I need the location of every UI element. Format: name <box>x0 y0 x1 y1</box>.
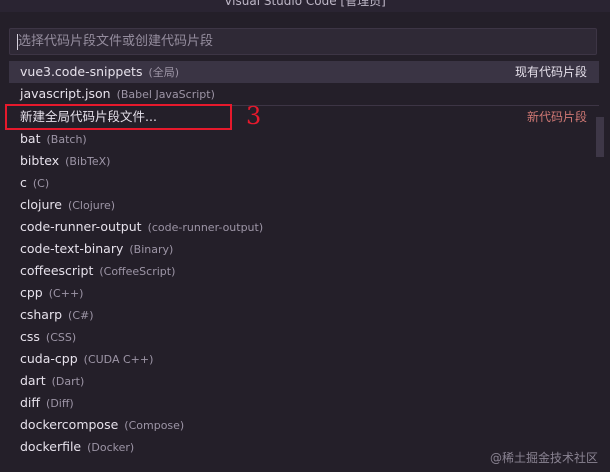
list-item-dockercompose[interactable]: dockercompose (Compose) <box>9 414 599 436</box>
quick-pick-palette: vue3.code-snippets (全局) 现有代码片段 javascript… <box>0 12 610 472</box>
list-item-coffeescript[interactable]: coffeescript (CoffeeScript) <box>9 260 599 282</box>
item-description: (Binary) <box>129 243 174 256</box>
item-label: coffeescript <box>20 263 94 278</box>
item-label: dockercompose <box>20 417 119 432</box>
list-item-code-runner-output[interactable]: code-runner-output (code-runner-output) <box>9 216 599 238</box>
item-label: c <box>20 175 27 190</box>
item-label: clojure <box>20 197 62 212</box>
item-label: javascript.json <box>20 86 111 101</box>
screenshot-stage: Visual Studio Code [管理员] vue3.code-snipp… <box>0 0 610 472</box>
item-label: code-runner-output <box>20 219 142 234</box>
item-label: csharp <box>20 307 63 322</box>
item-description: (Dart) <box>51 375 85 388</box>
list-item-bibtex[interactable]: bibtex (BibTeX) <box>9 150 599 172</box>
item-label: bat <box>20 131 41 146</box>
annotation-step-number: 3 <box>246 102 262 130</box>
item-label: css <box>20 329 40 344</box>
item-description: (CoffeeScript) <box>99 265 176 278</box>
annotation-highlight-box <box>5 104 232 130</box>
list-item-c[interactable]: c (C) <box>9 172 599 194</box>
list-item-code-text-binary[interactable]: code-text-binary (Binary) <box>9 238 599 260</box>
item-description: (C++) <box>48 287 84 300</box>
list-item-dart[interactable]: dart (Dart) <box>9 370 599 392</box>
item-description: (Diff) <box>46 397 74 410</box>
item-label: cpp <box>20 285 43 300</box>
list-item-vue3-snippets[interactable]: vue3.code-snippets (全局) 现有代码片段 <box>9 61 599 83</box>
list-item-clojure[interactable]: clojure (Clojure) <box>9 194 599 216</box>
item-label: code-text-binary <box>20 241 124 256</box>
item-description: (Docker) <box>87 441 135 454</box>
group-label-existing: 现有代码片段 <box>514 65 587 79</box>
title-bar: Visual Studio Code [管理员] <box>0 0 610 12</box>
list-item-diff[interactable]: diff (Diff) <box>9 392 599 414</box>
item-label: vue3.code-snippets <box>20 64 143 79</box>
item-description: (Batch) <box>46 133 87 146</box>
list-item-css[interactable]: css (CSS) <box>9 326 599 348</box>
list-scrollbar[interactable] <box>596 117 604 157</box>
group-label-new: 新代码片段 <box>526 110 587 124</box>
item-label: dart <box>20 373 46 388</box>
item-description: (C#) <box>68 309 94 322</box>
list-item-cuda-cpp[interactable]: cuda-cpp (CUDA C++) <box>9 348 599 370</box>
list-item-javascript-json[interactable]: javascript.json (Babel JavaScript) <box>9 83 599 105</box>
item-description: (CUDA C++) <box>83 353 154 366</box>
search-input[interactable] <box>18 29 578 54</box>
item-description: (Clojure) <box>67 199 116 212</box>
list-item-cpp[interactable]: cpp (C++) <box>9 282 599 304</box>
item-description: (全局) <box>148 66 180 79</box>
list-item-bat[interactable]: bat (Batch) <box>9 128 599 150</box>
watermark: @稀土掘金技术社区 <box>489 451 598 465</box>
item-label: cuda-cpp <box>20 351 78 366</box>
list-item-csharp[interactable]: csharp (C#) <box>9 304 599 326</box>
item-description: (CSS) <box>45 331 77 344</box>
item-description: (BibTeX) <box>65 155 111 168</box>
item-label: bibtex <box>20 153 60 168</box>
search-box[interactable] <box>9 28 597 55</box>
item-description: (code-runner-output) <box>147 221 264 234</box>
window-title: Visual Studio Code [管理员] <box>224 0 386 8</box>
item-label: diff <box>20 395 41 410</box>
item-description: (Babel JavaScript) <box>116 88 215 101</box>
item-description: (Compose) <box>124 419 185 432</box>
item-label: dockerfile <box>20 439 82 454</box>
item-description: (C) <box>32 177 50 190</box>
